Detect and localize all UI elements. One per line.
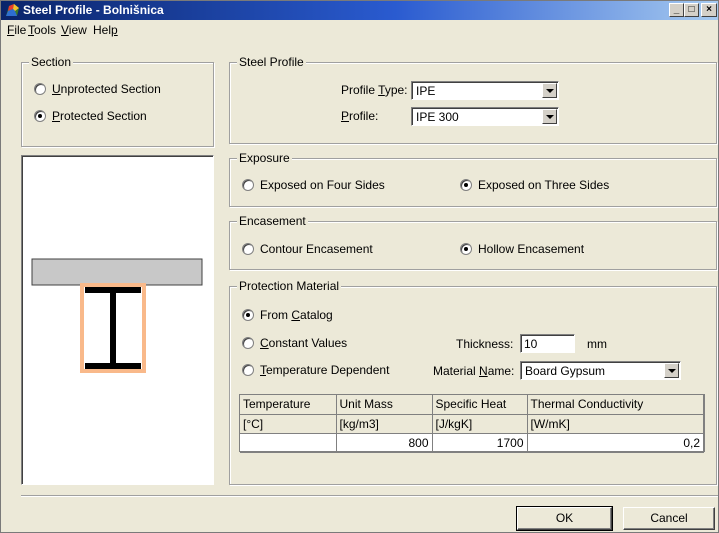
section-group: Section Unprotected Section Protected Se… — [21, 55, 214, 147]
radio-three-sides-indicator[interactable] — [460, 178, 472, 191]
close-button[interactable]: × — [701, 3, 717, 17]
radio-hollow-encasement[interactable]: Hollow Encasement — [460, 242, 584, 258]
material-properties-table: Temperature Unit Mass Specific Heat Ther… — [239, 394, 705, 453]
section-preview — [21, 155, 214, 485]
contour-encasement-label: Contour Encasement — [260, 242, 373, 256]
radio-constant-values[interactable]: Constant Values — [242, 336, 347, 352]
exposure-legend: Exposure — [237, 151, 292, 165]
radio-from-catalog-indicator[interactable] — [242, 308, 254, 321]
table-header-row: Temperature Unit Mass Specific Heat Ther… — [240, 395, 704, 415]
unit-temperature: [°C] — [240, 414, 337, 434]
radio-exposed-four-sides[interactable]: Exposed on Four Sides — [242, 178, 385, 194]
ok-button[interactable]: OK — [516, 506, 613, 531]
header-unit-mass: Unit Mass — [336, 395, 433, 415]
protection-material-group: Protection Material From Catalog Constan… — [229, 279, 717, 485]
header-temperature: Temperature — [240, 395, 337, 415]
radio-exposed-three-sides[interactable]: Exposed on Three Sides — [460, 178, 609, 194]
thickness-input[interactable] — [520, 334, 575, 353]
title-bar[interactable]: Steel Profile - Bolnišnica _ □ × — [1, 1, 718, 20]
footer-separator — [21, 495, 718, 497]
menu-help[interactable]: Help — [93, 23, 118, 37]
protected-ipe-section-drawing — [31, 258, 203, 373]
radio-temperature-dependent[interactable]: Temperature Dependent — [242, 363, 389, 379]
table-units-row: [°C] [kg/m3] [J/kgK] [W/mK] — [240, 414, 704, 434]
profile-type-value: IPE — [416, 84, 436, 98]
section-legend: Section — [29, 55, 74, 69]
encasement-group: Encasement Contour Encasement Hollow Enc… — [229, 214, 717, 270]
profile-value: IPE 300 — [416, 110, 459, 124]
cell-unit-mass[interactable]: 800 — [336, 433, 433, 453]
profile-type-label: Profile Type: — [341, 83, 408, 97]
thickness-unit: mm — [587, 337, 607, 351]
unit-unit-mass: [kg/m3] — [336, 414, 433, 434]
radio-protected-section[interactable]: Protected Section — [34, 109, 147, 125]
radio-unprotected-section[interactable]: Unprotected Section — [34, 82, 161, 98]
chevron-down-icon[interactable] — [664, 363, 679, 378]
exposed-four-sides-label: Exposed on Four Sides — [260, 178, 385, 192]
radio-contour-indicator[interactable] — [242, 242, 254, 255]
radio-constant-values-indicator[interactable] — [242, 336, 254, 349]
radio-from-catalog[interactable]: From Catalog — [242, 308, 333, 324]
maximize-button[interactable]: □ — [684, 3, 699, 17]
steel-profile-legend: Steel Profile — [237, 55, 306, 69]
protection-material-legend: Protection Material — [237, 279, 342, 293]
thickness-label: Thickness: — [456, 337, 514, 351]
radio-unprotected-indicator[interactable] — [34, 82, 46, 95]
menu-tools[interactable]: Tools — [28, 23, 56, 37]
app-icon — [6, 4, 19, 16]
header-specific-heat: Specific Heat — [432, 395, 528, 415]
bottom-flange — [85, 363, 141, 369]
profile-label: Profile: — [341, 109, 379, 123]
unit-thermal-conductivity: [W/mK] — [527, 414, 704, 434]
radio-protected-indicator[interactable] — [34, 109, 46, 122]
cell-thermal-conductivity[interactable]: 0,2 — [527, 433, 704, 453]
unit-specific-heat: [J/kgK] — [432, 414, 528, 434]
radio-four-sides-indicator[interactable] — [242, 178, 254, 191]
steel-profile-group: Steel Profile Profile Type: IPE Profile:… — [229, 55, 717, 144]
exposed-three-sides-label: Exposed on Three Sides — [478, 178, 610, 192]
window-title: Steel Profile - Bolnišnica — [23, 3, 164, 17]
radio-temperature-dependent-indicator[interactable] — [242, 363, 254, 376]
steel-profile-window: Steel Profile - Bolnišnica _ □ × File To… — [0, 0, 719, 533]
exposure-group: Exposure Exposed on Four Sides Exposed o… — [229, 151, 717, 207]
concrete-slab — [31, 258, 203, 286]
menu-file[interactable]: File — [7, 23, 26, 37]
hollow-encasement-label: Hollow Encasement — [478, 242, 585, 256]
menu-bar: File Tools View Help — [1, 21, 718, 39]
material-name-value: Board Gypsum — [525, 364, 606, 378]
material-name-label: Material Name: — [433, 364, 515, 378]
minimize-button[interactable]: _ — [669, 3, 684, 17]
table-row[interactable]: 800 1700 0,2 — [240, 433, 704, 453]
profile-type-select[interactable]: IPE — [411, 81, 559, 100]
cancel-button[interactable]: Cancel — [623, 507, 715, 530]
encasement-legend: Encasement — [237, 214, 308, 228]
menu-view[interactable]: View — [61, 23, 87, 37]
radio-contour-encasement[interactable]: Contour Encasement — [242, 242, 373, 258]
profile-select[interactable]: IPE 300 — [411, 107, 559, 126]
steel-web — [110, 293, 116, 363]
cell-temperature[interactable] — [240, 433, 337, 453]
chevron-down-icon[interactable] — [542, 83, 557, 98]
chevron-down-icon[interactable] — [542, 109, 557, 124]
cell-specific-heat[interactable]: 1700 — [432, 433, 528, 453]
header-thermal-conductivity: Thermal Conductivity — [527, 395, 704, 415]
radio-hollow-indicator[interactable] — [460, 242, 472, 255]
top-flange — [85, 287, 141, 293]
material-name-select[interactable]: Board Gypsum — [520, 361, 681, 380]
